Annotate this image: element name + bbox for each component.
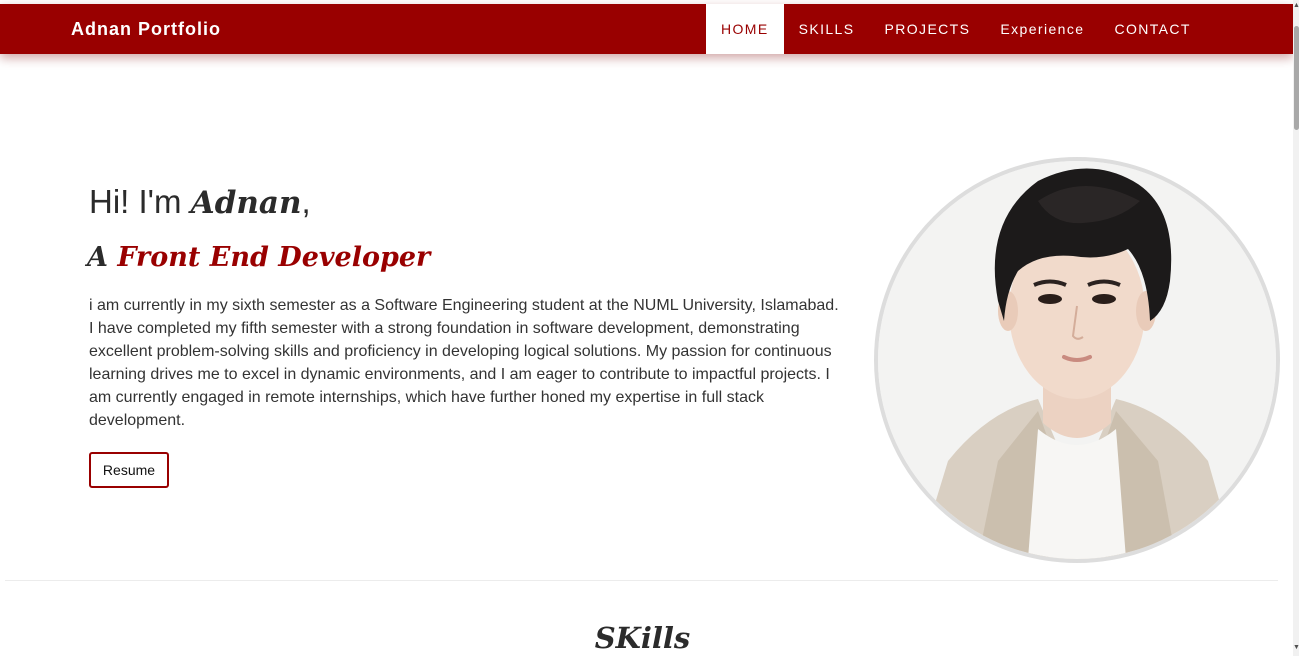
greeting-prefix: Hi! I'm [89,183,191,220]
portrait-illustration [878,161,1276,559]
nav-menu: HOME SKILLS PROJECTS Experience CONTACT [706,4,1206,54]
section-divider [5,580,1278,581]
role-prefix: A [87,242,118,273]
nav-item-skills[interactable]: SKILLS [784,4,870,54]
scroll-up-icon[interactable]: ▲ [1293,2,1299,10]
nav-item-projects[interactable]: PROJECTS [870,4,986,54]
nav-item-experience[interactable]: Experience [985,4,1099,54]
portfolio-page: Adnan Portfolio HOME SKILLS PROJECTS Exp… [0,0,1299,656]
brand-logo-text[interactable]: Adnan Portfolio [71,19,221,39]
nav-item-contact[interactable]: CONTACT [1099,4,1205,54]
nav-item-home[interactable]: HOME [706,4,784,54]
scrollbar-thumb[interactable] [1294,26,1299,130]
hero-bio: i am currently in my sixth semester as a… [89,297,839,429]
role-title: Front End Developer [117,242,431,273]
greeting-suffix: , [301,183,311,220]
scroll-down-icon[interactable]: ▼ [1293,644,1299,652]
top-navbar: Adnan Portfolio HOME SKILLS PROJECTS Exp… [0,4,1293,54]
profile-photo [874,157,1280,563]
page-scrollbar[interactable]: ▲ ▼ [1293,0,1299,656]
skills-section-title: SKills [594,621,691,655]
hero-greeting: Hi! I'm Adnan, [89,180,311,225]
hero-role: A Front End Developer [87,238,430,278]
hero-name: Adnan [190,185,302,221]
resume-button[interactable]: Resume [89,452,169,488]
